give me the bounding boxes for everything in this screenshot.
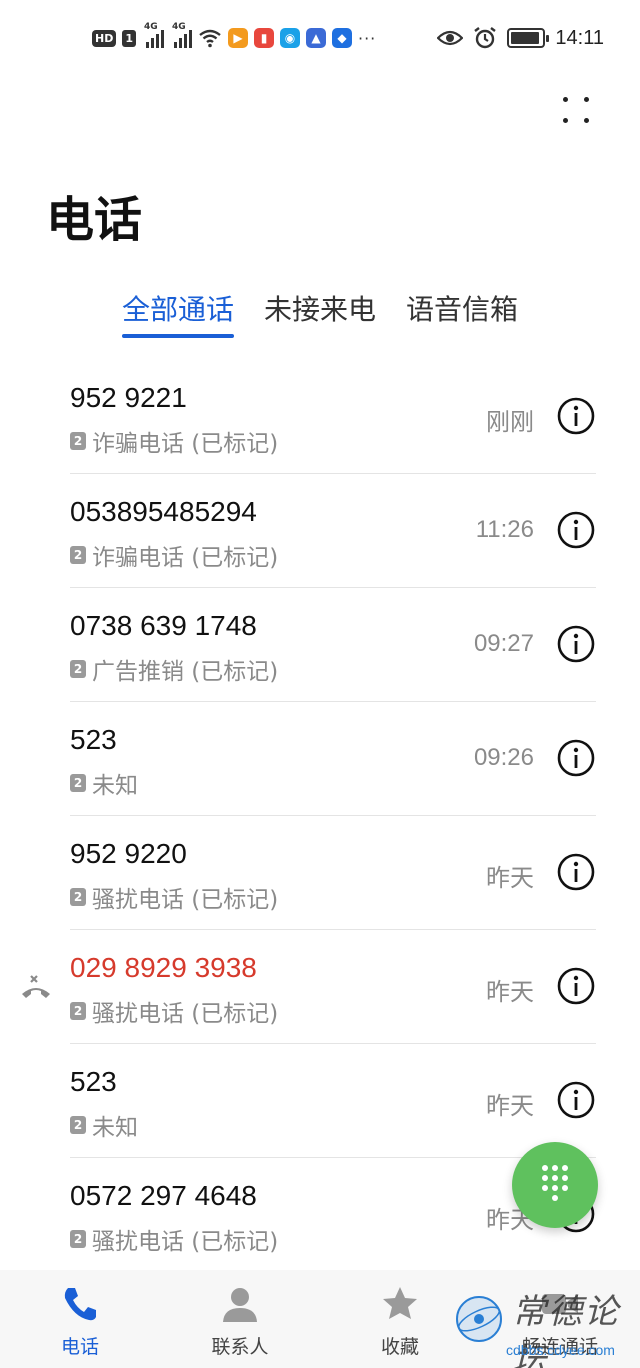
call-row[interactable]: 523 2 未知 09:26 (0, 702, 640, 816)
call-number: 053895485294 (70, 496, 257, 527)
sim-badge: 2 (70, 1230, 86, 1248)
call-row[interactable]: 952 9221 2 诈骗电话 (已标记) 刚刚 (0, 360, 640, 474)
tab-missed-calls[interactable]: 未接来电 (264, 288, 376, 338)
watermark-url: cdbbs.cdyee.com (506, 1342, 615, 1358)
nav-contacts[interactable]: 联系人 (160, 1270, 320, 1368)
call-note: 未知 (92, 773, 138, 799)
call-subtitle: 2 骚扰电话 (已标记) (70, 994, 278, 1028)
call-time: 昨天 (486, 865, 534, 892)
app-icon: ◆ (332, 28, 352, 48)
call-time: 昨天 (486, 1093, 534, 1120)
status-left: HD 1 4G 4G ▶ ▮ ◉ ▲ ◆ ··· (92, 22, 377, 52)
tab-voicemail[interactable]: 语音信箱 (406, 288, 518, 338)
app-icon: ▮ (254, 28, 274, 48)
sim-badge: 2 (70, 432, 86, 450)
nav-label: 电话 (60, 1336, 99, 1358)
call-subtitle: 2 未知 (70, 1108, 138, 1142)
call-time: 昨天 (486, 979, 534, 1006)
call-row[interactable]: 952 9220 2 骚扰电话 (已标记) 昨天 (0, 816, 640, 930)
sim-badge: 2 (70, 1116, 86, 1134)
info-icon[interactable] (556, 966, 596, 1006)
call-subtitle: 2 未知 (70, 766, 138, 800)
sim1-badge: 1 (122, 29, 136, 47)
call-note: 诈骗电话 (已标记) (92, 431, 279, 457)
dialpad-icon (542, 1165, 568, 1201)
info-icon[interactable] (556, 396, 596, 436)
app-icon: ▲ (306, 28, 326, 48)
call-number: 523 (70, 724, 117, 755)
info-icon[interactable] (556, 738, 596, 778)
call-note: 骚扰电话 (已标记) (92, 1229, 279, 1255)
star-icon (383, 1287, 417, 1319)
missed-call-icon (22, 975, 50, 998)
call-time: 09:27 (473, 630, 534, 657)
more-options-button[interactable] (556, 90, 596, 130)
call-subtitle: 2 诈骗电话 (已标记) (70, 538, 278, 572)
wifi-icon (199, 29, 221, 48)
call-number: 029 8929 3938 (70, 952, 257, 983)
watermark: 常德论坛 cdbbs.cdyee.com (452, 1280, 640, 1368)
info-icon[interactable] (556, 852, 596, 892)
info-icon[interactable] (556, 624, 596, 664)
call-time: 11:26 (475, 516, 534, 543)
call-note: 诈骗电话 (已标记) (92, 545, 279, 571)
more-notifications: ··· (358, 28, 377, 48)
signal-icon: 4G (144, 22, 164, 48)
info-icon[interactable] (556, 1080, 596, 1120)
call-number: 952 9220 (70, 838, 187, 869)
call-number: 0572 297 4648 (70, 1180, 257, 1211)
app-icon: ◉ (280, 28, 300, 48)
call-subtitle: 2 诈骗电话 (已标记) (70, 424, 278, 458)
page-title: 电话 (46, 192, 143, 248)
nav-label: 联系人 (211, 1336, 269, 1358)
call-subtitle: 2 广告推销 (已标记) (70, 652, 278, 686)
sim-badge: 2 (70, 774, 86, 792)
call-time: 刚刚 (486, 409, 534, 436)
net1-label: 4G (144, 22, 158, 32)
status-bar: HD 1 4G 4G ▶ ▮ ◉ ▲ ◆ ··· 14:11 (0, 0, 640, 76)
call-note: 未知 (92, 1115, 138, 1141)
sim-badge: 2 (70, 660, 86, 678)
status-time: 14:11 (555, 26, 604, 49)
phone-icon (64, 1288, 96, 1321)
status-right: 14:11 (437, 24, 604, 52)
call-row[interactable]: 053895485294 2 诈骗电话 (已标记) 11:26 (0, 474, 640, 588)
forum-logo-icon (456, 1296, 502, 1342)
net2-label: 4G (172, 22, 186, 32)
signal-icon: 4G (172, 22, 192, 48)
info-icon[interactable] (556, 510, 596, 550)
call-time: 09:26 (473, 744, 534, 771)
call-row[interactable]: 0738 639 1748 2 广告推销 (已标记) 09:27 (0, 588, 640, 702)
nav-phone[interactable]: 电话 (0, 1270, 160, 1368)
call-subtitle: 2 骚扰电话 (已标记) (70, 880, 278, 914)
call-note: 骚扰电话 (已标记) (92, 1001, 279, 1027)
app-icon: ▶ (228, 28, 248, 48)
sim-badge: 2 (70, 546, 86, 564)
call-row[interactable]: 523 2 未知 昨天 (0, 1044, 640, 1158)
dialpad-button[interactable] (512, 1142, 598, 1228)
battery-icon (507, 28, 550, 48)
contacts-icon (223, 1288, 257, 1322)
sim-badge: 2 (70, 1002, 86, 1020)
hd-badge: HD (92, 29, 117, 47)
call-tabs: 全部通话 未接来电 语音信箱 (0, 288, 640, 344)
eye-icon (437, 30, 464, 46)
sim-badge: 2 (70, 888, 86, 906)
call-row[interactable]: 029 8929 3938 2 骚扰电话 (已标记) 昨天 (0, 930, 640, 1044)
alarm-icon (474, 27, 497, 49)
call-note: 骚扰电话 (已标记) (92, 887, 279, 913)
call-number: 952 9221 (70, 382, 187, 413)
call-subtitle: 2 骚扰电话 (已标记) (70, 1222, 278, 1256)
call-number: 523 (70, 1066, 117, 1097)
call-note: 广告推销 (已标记) (92, 659, 279, 685)
call-number: 0738 639 1748 (70, 610, 257, 641)
tab-all-calls[interactable]: 全部通话 (122, 288, 235, 338)
